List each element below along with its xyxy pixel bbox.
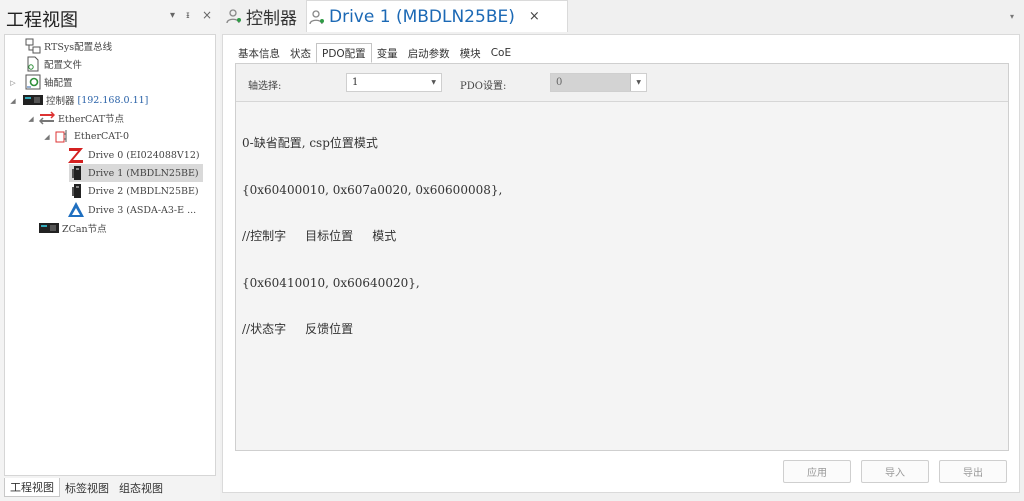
- tree-node-rtsys-bus[interactable]: RTSys配置总线: [25, 37, 112, 55]
- tree-node-drive-2[interactable]: Drive 2 (MBDLN25BE): [69, 182, 199, 200]
- tab-drive-label: Drive 1 (MBDLN25BE): [329, 6, 515, 27]
- tree-node-drive-0[interactable]: Drive 0 (EI024088V12): [67, 146, 204, 164]
- panel-dropdown-icon[interactable]: ▾: [170, 10, 175, 21]
- tabs-menu-icon[interactable]: ▾: [1010, 12, 1014, 21]
- tree-node-label: EtherCAT-0: [74, 130, 130, 142]
- ethercat-node-icon: [38, 110, 56, 126]
- tab-coe[interactable]: CoE: [486, 43, 516, 63]
- axis-select-value: 1: [352, 77, 359, 88]
- collapse-arrow-icon[interactable]: ◢: [9, 97, 17, 105]
- tab-basic-info[interactable]: 基本信息: [233, 43, 285, 63]
- project-panel-header: 工程视图 ▾ ᵻ ×: [0, 0, 220, 34]
- collapse-arrow-icon[interactable]: ◢: [43, 133, 51, 141]
- tab-pdo-config[interactable]: PDO配置: [316, 43, 372, 63]
- tree-node-label: 配置文件: [44, 60, 83, 71]
- controller-ip: [192.168.0.11]: [77, 94, 149, 106]
- network-config-icon: [25, 38, 41, 54]
- code-line: //控制字 目标位置 模式: [242, 229, 397, 243]
- controller-icon: [23, 92, 43, 108]
- project-tree: RTSys配置总线 配置文件 ▷ 轴配置 ◢ 控制器 [192.168.0.11…: [4, 34, 216, 476]
- collapse-arrow-icon[interactable]: ◢: [27, 115, 35, 123]
- tree-node-label: Drive 0 (EI024088V12): [88, 149, 200, 161]
- tab-drive-1[interactable]: Drive 1 (MBDLN25BE) ×: [306, 0, 568, 32]
- z-drive-icon: [67, 146, 85, 164]
- tree-node-label: 轴配置: [44, 78, 73, 89]
- drive-editor: 基本信息 状态 PDO配置 变量 启动参数 模块 CoE 轴选择: 1 ▼ PD…: [222, 34, 1020, 493]
- zcan-node-icon: [39, 220, 59, 236]
- tree-node-config-file[interactable]: 配置文件: [25, 55, 82, 73]
- code-line: {0x60410010, 0x60640020},: [242, 275, 420, 290]
- export-button[interactable]: 导出: [939, 460, 1007, 483]
- tab-project-view[interactable]: 工程视图: [4, 478, 60, 497]
- chevron-down-icon: ▼: [636, 79, 641, 86]
- pdo-setting-label: PDO设置:: [460, 81, 507, 92]
- tab-modules[interactable]: 模块: [455, 43, 486, 63]
- tree-node-controller[interactable]: 控制器 [192.168.0.11]: [23, 91, 148, 109]
- tree-node-label: Drive 3 (ASDA-A3-E ...: [88, 204, 197, 216]
- tab-startup-params[interactable]: 启动参数: [403, 43, 455, 63]
- tree-node-axis-config[interactable]: 轴配置: [25, 73, 73, 91]
- tab-close-icon[interactable]: ×: [529, 9, 540, 24]
- tab-label-view[interactable]: 标签视图: [60, 478, 114, 497]
- tree-node-label: Drive 1 (MBDLN25BE): [88, 167, 199, 179]
- axis-select-label: 轴选择:: [248, 81, 282, 92]
- drive-sub-tabs: 基本信息 状态 PDO配置 变量 启动参数 模块 CoE: [233, 43, 516, 63]
- pdo-setting-value: 0: [556, 77, 563, 88]
- tree-node-label: 控制器: [46, 96, 75, 107]
- pdo-config-panel: 轴选择: 1 ▼ PDO设置: 0 ▼ 0-缺省配置, csp位置模式 {0x6…: [235, 63, 1009, 451]
- code-line: {0x60400010, 0x607a0020, 0x60600008},: [242, 182, 503, 197]
- config-file-icon: [25, 56, 41, 72]
- panel-bottom-tabs: 工程视图 标签视图 组态视图: [4, 478, 168, 498]
- ethercat-bus-icon: [55, 128, 71, 144]
- axis-select-dropdown[interactable]: 1 ▼: [346, 73, 442, 92]
- import-button[interactable]: 导入: [861, 460, 929, 483]
- tab-controller[interactable]: 控制器: [226, 0, 297, 32]
- tree-node-zcan[interactable]: ZCan节点: [39, 219, 107, 237]
- tree-node-ethercat[interactable]: EtherCAT节点: [38, 109, 124, 127]
- servo-drive-icon: [69, 165, 85, 181]
- tree-node-drive-3[interactable]: Drive 3 (ASDA-A3-E ...: [67, 201, 196, 219]
- person-icon: [309, 9, 325, 25]
- pdo-config-text[interactable]: 0-缺省配置, csp位置模式 {0x60400010, 0x607a0020,…: [236, 103, 1008, 450]
- tab-status[interactable]: 状态: [285, 43, 316, 63]
- code-line: 0-缺省配置, csp位置模式: [242, 136, 378, 150]
- triangle-drive-icon: [67, 201, 85, 219]
- code-line: //状态字 反馈位置: [242, 322, 354, 336]
- panel-close-icon[interactable]: ×: [202, 8, 212, 22]
- document-tabs: 控制器 Drive 1 (MBDLN25BE) × ▾: [220, 0, 1024, 34]
- project-panel-title: 工程视图: [6, 10, 78, 31]
- tab-config-view[interactable]: 组态视图: [114, 478, 168, 497]
- chevron-down-icon: ▼: [431, 79, 436, 86]
- tree-node-label: RTSys配置总线: [44, 42, 113, 53]
- project-panel: 工程视图 ▾ ᵻ × RTSys配置总线 配置文件 ▷ 轴配置 ◢ 控制器 [1…: [0, 0, 220, 501]
- tree-node-label: EtherCAT节点: [58, 114, 124, 125]
- apply-button[interactable]: 应用: [783, 460, 851, 483]
- pin-icon[interactable]: ᵻ: [186, 10, 190, 21]
- tree-node-label: Drive 2 (MBDLN25BE): [88, 185, 199, 197]
- pdo-options-bar: 轴选择: 1 ▼ PDO设置: 0 ▼: [236, 64, 1008, 102]
- axis-config-icon: [25, 74, 41, 90]
- person-icon: [226, 8, 242, 24]
- expand-arrow-icon[interactable]: ▷: [9, 79, 17, 87]
- pdo-setting-dropdown[interactable]: 0 ▼: [550, 73, 647, 92]
- tab-controller-label: 控制器: [246, 8, 297, 29]
- tree-node-drive-1[interactable]: Drive 1 (MBDLN25BE): [69, 164, 203, 182]
- tree-node-label: ZCan节点: [62, 224, 107, 235]
- tab-variables[interactable]: 变量: [372, 43, 403, 63]
- servo-drive-icon: [69, 183, 85, 199]
- tree-node-ethercat-0[interactable]: EtherCAT-0: [55, 127, 129, 145]
